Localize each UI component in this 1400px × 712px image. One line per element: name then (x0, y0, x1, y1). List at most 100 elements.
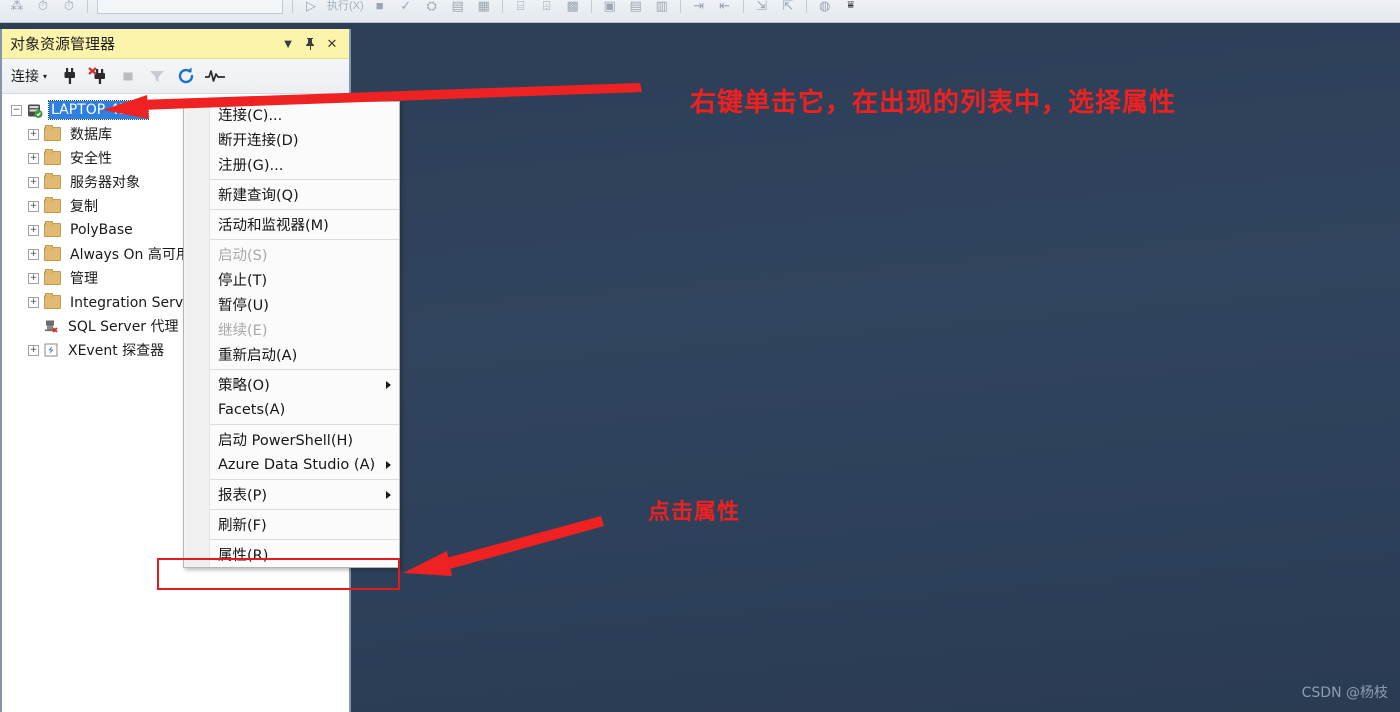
menu-item-facets[interactable]: Facets(A) (210, 397, 399, 422)
menu-item-label: 断开连接(D) (218, 133, 299, 149)
menu-separator (210, 424, 399, 425)
results-file-icon[interactable]: ▤ (445, 0, 471, 16)
menu-separator (210, 479, 399, 480)
watermark: CSDN @杨枝 (1301, 685, 1388, 701)
indent-icon[interactable]: ⇥ (686, 0, 712, 16)
menu-separator (210, 179, 399, 180)
outdent-icon[interactable]: ⇤ (712, 0, 738, 16)
comment-icon[interactable]: ▣ (597, 0, 623, 16)
menu-item-reports[interactable]: 报表(P) (210, 482, 399, 507)
menu-item-policies[interactable]: 策略(O) (210, 372, 399, 397)
menu-item-azure-data-studio[interactable]: Azure Data Studio (A) (210, 452, 399, 477)
menu-item-label: 停止(T) (218, 273, 268, 289)
menu-icon-gutter (185, 103, 211, 566)
bookmark-next-icon[interactable]: ⇱ (775, 0, 801, 16)
tree-expander[interactable]: + (28, 200, 39, 212)
annotation-bottom-text: 点击属性 (648, 500, 741, 525)
menu-item-activity-monitor[interactable]: 活动和监视器(M) (210, 212, 399, 237)
panel-title: 对象资源管理器 (10, 35, 116, 53)
parse-icon[interactable]: ⛭ (419, 0, 445, 16)
tree-node-label[interactable]: 管理 (68, 267, 100, 289)
menu-item-label: 启动(S) (218, 248, 268, 264)
connect-button[interactable]: 连接 ▾ (11, 66, 55, 86)
menu-item-start-powershell[interactable]: 启动 PowerShell(H) (210, 427, 399, 452)
tree-node-label[interactable]: XEvent 探查器 (66, 339, 166, 361)
folder-icon (44, 125, 61, 141)
menu-item-label: Facets(A) (218, 401, 286, 418)
tree-expander[interactable]: + (28, 152, 39, 164)
menu-item-label: 启动 PowerShell(H) (218, 433, 354, 449)
folder-icon (44, 197, 61, 213)
folder-icon (44, 269, 61, 285)
annotation-top-text: 右键单击它，在出现的列表中，选择属性 (690, 88, 1177, 118)
help-icon[interactable]: ◍ (812, 0, 838, 16)
bookmark-prev-icon[interactable]: ⇲ (749, 0, 775, 16)
uncomment-icon[interactable]: ▤ (623, 0, 649, 16)
check-icon[interactable]: ✓ (393, 0, 419, 16)
disconnect-plug-icon[interactable] (84, 61, 113, 91)
tree-expander[interactable]: + (28, 224, 39, 236)
chevron-down-icon[interactable]: ▼ (277, 33, 299, 55)
menu-item-label: 策略(O) (218, 378, 270, 394)
overflow-icon[interactable]: ⩸ (838, 0, 864, 16)
menu-item-new-query[interactable]: 新建查询(Q) (210, 182, 399, 207)
live-plan-icon[interactable]: ⌹ (534, 0, 560, 16)
tree-node-label[interactable]: 复制 (68, 195, 100, 217)
menu-item-label: Azure Data Studio (A) (218, 456, 376, 473)
tree-expander[interactable]: + (28, 296, 39, 308)
menu-separator (210, 539, 399, 540)
menu-separator (210, 209, 399, 210)
pin-icon[interactable] (299, 33, 321, 55)
tree-node-label[interactable]: 服务器对象 (68, 171, 142, 193)
tree-expander[interactable]: + (28, 344, 39, 356)
menu-item-restart[interactable]: 重新启动(A) (210, 342, 399, 367)
results-grid-icon[interactable]: ▦ (471, 0, 497, 16)
menu-item-label: 刷新(F) (218, 518, 267, 534)
activity-monitor-icon[interactable] (200, 61, 229, 91)
database-combo[interactable] (97, 0, 283, 14)
sql-server-instance-icon (27, 103, 43, 118)
menu-item-label: 继续(E) (218, 323, 268, 339)
filter-icon[interactable]: ⏱ (30, 0, 56, 16)
menu-separator (210, 369, 399, 370)
menu-item-resume: 继续(E) (210, 317, 399, 342)
agent-stopped-icon (44, 319, 59, 333)
tree-expander[interactable]: + (28, 272, 39, 284)
debug-icon[interactable]: ⁂ (4, 0, 30, 16)
menu-item-refresh[interactable]: 刷新(F) (210, 512, 399, 537)
menu-item-stop[interactable]: 停止(T) (210, 267, 399, 292)
filter-clear-icon[interactable]: ⏱ (56, 0, 82, 16)
server-context-menu[interactable]: 连接(C)... 断开连接(D) 注册(G)... 新建查询(Q) 活动和监视器… (183, 101, 400, 568)
connect-plug-icon[interactable] (55, 61, 84, 91)
stats-icon[interactable]: ▩ (560, 0, 586, 16)
include-plan-icon[interactable]: ⌸ (508, 0, 534, 16)
tree-node-label[interactable]: LAPTOP-4520 (48, 100, 149, 120)
tree-expander[interactable]: + (28, 176, 39, 188)
tree-expander[interactable]: + (28, 248, 39, 260)
tree-node-label[interactable]: 安全性 (68, 147, 114, 169)
folder-icon (44, 173, 61, 189)
refresh-icon[interactable] (171, 61, 200, 91)
menu-item-register[interactable]: 注册(G)... (210, 152, 399, 177)
uncomment2-icon[interactable]: ▥ (649, 0, 675, 16)
menu-items-container: 连接(C)... 断开连接(D) 注册(G)... 新建查询(Q) 活动和监视器… (209, 102, 399, 567)
run-label[interactable]: 执行(X) (324, 0, 367, 13)
menu-item-label: 新建查询(Q) (218, 188, 299, 204)
menu-item-disconnect[interactable]: 断开连接(D) (210, 127, 399, 152)
menu-item-connect[interactable]: 连接(C)... (210, 102, 399, 127)
stop-icon[interactable]: ■ (367, 0, 393, 16)
filter-icon (142, 61, 171, 91)
tree-expander[interactable]: + (28, 128, 39, 140)
close-icon[interactable]: ✕ (321, 33, 343, 55)
toolbar-separator (805, 0, 807, 13)
tree-node-label[interactable]: 数据库 (68, 123, 114, 145)
tree-node-label[interactable]: PolyBase (68, 221, 135, 239)
toolbar-separator (742, 0, 744, 13)
run-icon[interactable]: ▷ (298, 0, 324, 16)
stop-icon (113, 61, 142, 91)
tree-expander[interactable]: − (11, 104, 22, 116)
toolbar-separator (679, 0, 681, 13)
tree-node-label[interactable]: SQL Server 代理 (66, 315, 181, 337)
object-explorer-title-bar: 对象资源管理器 ▼ ✕ (2, 29, 349, 59)
menu-item-pause[interactable]: 暂停(U) (210, 292, 399, 317)
